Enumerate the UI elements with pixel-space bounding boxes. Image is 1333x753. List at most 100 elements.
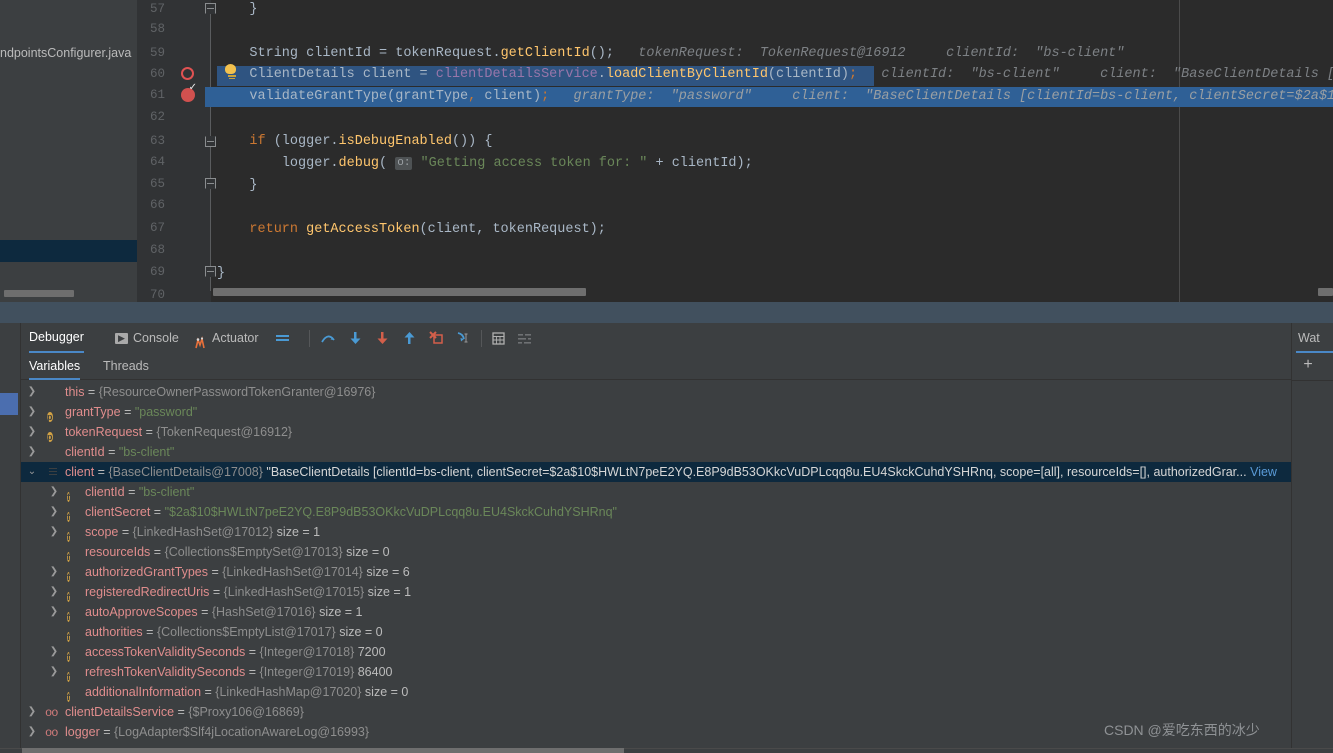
variables-tree[interactable]: ❯ this = {ResourceOwnerPasswordTokenGran…: [21, 380, 1291, 753]
field-icon: f: [67, 692, 70, 702]
show-execution-point-button[interactable]: [273, 329, 292, 348]
watermark: CSDN @爱吃东西的冰少: [1104, 722, 1260, 738]
tab-debugger[interactable]: Debugger: [29, 323, 84, 353]
step-into-button[interactable]: [346, 329, 365, 348]
fold-marker-icon[interactable]: [205, 178, 216, 189]
variable-ref: {Integer@17019}: [259, 665, 355, 679]
chevron-right-icon[interactable]: ❯: [49, 482, 59, 502]
tab-console[interactable]: ▶ Console: [115, 323, 179, 353]
list-item[interactable]: ❯ f accessTokenValiditySeconds = {Intege…: [21, 642, 1291, 662]
list-item[interactable]: ❯ f clientId = "bs-client": [21, 482, 1291, 502]
code-text[interactable]: } String clientId = tokenRequest.getClie…: [217, 0, 1333, 302]
list-item[interactable]: ❯ p tokenRequest = {TokenRequest@16912}: [21, 422, 1291, 442]
list-item[interactable]: f authorities = {Collections$EmptyList@1…: [21, 622, 1291, 642]
variable-value: "bs-client": [118, 445, 175, 459]
chevron-right-icon[interactable]: ❯: [49, 582, 59, 602]
line-number: 60: [149, 67, 165, 81]
debugger-subtabbar: Variables Threads: [21, 353, 1333, 380]
field-icon: f: [67, 652, 70, 662]
list-item[interactable]: ❯ f autoApproveScopes = {HashSet@17016} …: [21, 602, 1291, 622]
drop-frame-button[interactable]: [427, 329, 446, 348]
variable-name: refreshTokenValiditySeconds: [85, 665, 246, 679]
chevron-right-icon[interactable]: ❯: [49, 642, 59, 662]
chevron-right-icon[interactable]: ❯: [27, 422, 37, 442]
chevron-right-icon[interactable]: ❯: [27, 722, 37, 742]
field-icon: f: [67, 492, 70, 502]
list-item[interactable]: ❯ clientId = "bs-client": [21, 442, 1291, 462]
chevron-right-icon[interactable]: ❯: [27, 402, 37, 422]
line-number: 57: [149, 2, 165, 16]
variable-name: client: [65, 465, 95, 479]
variable-name: additionalInformation: [85, 685, 202, 699]
list-item[interactable]: ❯ this = {ResourceOwnerPasswordTokenGran…: [21, 382, 1291, 402]
debug-tool-window: Debugger ▶ Console Actuator Variables Th…: [0, 323, 1333, 753]
editor-hscrollbar[interactable]: [213, 288, 586, 296]
tab-variables[interactable]: Variables: [29, 353, 81, 380]
variable-name: clientId: [85, 485, 125, 499]
step-out-button[interactable]: [400, 329, 419, 348]
tool-window-splitter[interactable]: [0, 302, 1333, 323]
list-item[interactable]: ❯ f authorizedGrantTypes = {LinkedHashSe…: [21, 562, 1291, 582]
field-icon: f: [67, 632, 70, 642]
list-item[interactable]: ❯ f refreshTokenValiditySeconds = {Integ…: [21, 662, 1291, 682]
view-link[interactable]: View: [1250, 465, 1277, 479]
list-item[interactable]: ❯ f scope = {LinkedHashSet@17012} size =…: [21, 522, 1291, 542]
field-icon: f: [67, 592, 70, 602]
list-item[interactable]: f additionalInformation = {LinkedHashMap…: [21, 682, 1291, 702]
console-icon: ▶: [115, 332, 128, 344]
variable-value: "bs-client": [138, 485, 195, 499]
list-item-selected[interactable]: ⌄ client = {BaseClientDetails@17008} "Ba…: [21, 462, 1291, 482]
variable-value: 86400: [357, 665, 393, 679]
fold-marker-icon[interactable]: [205, 266, 216, 277]
tab-watches[interactable]: Wat: [1298, 323, 1320, 353]
chevron-right-icon[interactable]: ❯: [49, 602, 59, 622]
fold-marker-icon[interactable]: [205, 3, 216, 14]
chevron-right-icon[interactable]: ❯: [49, 662, 59, 682]
layout-settings-button[interactable]: [515, 329, 534, 348]
tab-actuator[interactable]: Actuator: [193, 323, 259, 353]
variable-value: {TokenRequest@16912}: [156, 425, 293, 439]
chevron-right-icon[interactable]: ❯: [49, 502, 59, 522]
left-pane-hscrollbar[interactable]: [4, 290, 74, 297]
tab-threads[interactable]: Threads: [103, 353, 149, 380]
force-step-into-button[interactable]: [373, 329, 392, 348]
frames-indicator[interactable]: [0, 393, 18, 415]
variable-ref: {LinkedHashSet@17012}: [132, 525, 274, 539]
chevron-down-icon[interactable]: ⌄: [27, 462, 37, 482]
chevron-right-icon[interactable]: ❯: [27, 442, 37, 462]
editor-hscrollbar-right[interactable]: [1318, 288, 1333, 296]
list-item[interactable]: ❯ p grantType = "password": [21, 402, 1291, 422]
chevron-right-icon[interactable]: ❯: [27, 702, 37, 722]
field-icon: f: [67, 612, 70, 622]
list-item[interactable]: ❯ f registeredRedirectUris = {LinkedHash…: [21, 582, 1291, 602]
step-over-button[interactable]: [319, 329, 338, 348]
chevron-right-icon[interactable]: ❯: [49, 522, 59, 542]
watches-divider: [1292, 380, 1333, 381]
list-item[interactable]: ❯ f clientSecret = "$2a$10$HWLtN7peE2YQ.…: [21, 502, 1291, 522]
bottom-hscrollbar[interactable]: [22, 748, 624, 753]
variable-name: clientId: [65, 445, 105, 459]
chevron-right-icon[interactable]: ❯: [27, 382, 37, 402]
debug-side-strip[interactable]: [0, 323, 21, 753]
line-number: 58: [149, 22, 165, 36]
list-item[interactable]: ❯ oo logger = {LogAdapter$Slf4jLocationA…: [21, 722, 1291, 742]
chevron-right-icon[interactable]: ❯: [49, 562, 59, 582]
evaluate-expression-button[interactable]: [489, 329, 508, 348]
breakpoint-verified-icon[interactable]: [181, 83, 199, 106]
code-folding-strip[interactable]: [205, 0, 217, 295]
line-number: 67: [149, 221, 165, 235]
fold-guide-line: [210, 8, 211, 291]
run-to-cursor-button[interactable]: [454, 329, 473, 348]
toolbar-separator: [481, 330, 482, 347]
editor-gutter[interactable]: 57 58 59 60 61 62 63 64 65 66 67 68 69 7…: [137, 0, 211, 302]
variable-value: "password": [134, 405, 198, 419]
local-variable-icon: [47, 382, 61, 402]
variable-size: size = 6: [366, 565, 410, 579]
code-line: if (logger.isDebugEnabled()) {: [249, 134, 493, 149]
list-item[interactable]: ❯ oo clientDetailsService = {$Proxy106@1…: [21, 702, 1291, 722]
code-line: logger.debug( o: "Getting access token f…: [281, 156, 753, 171]
fold-marker-icon[interactable]: [205, 136, 216, 147]
add-watch-button[interactable]: +: [1300, 355, 1316, 375]
list-item[interactable]: f resourceIds = {Collections$EmptySet@17…: [21, 542, 1291, 562]
field-icon: f: [67, 672, 70, 682]
